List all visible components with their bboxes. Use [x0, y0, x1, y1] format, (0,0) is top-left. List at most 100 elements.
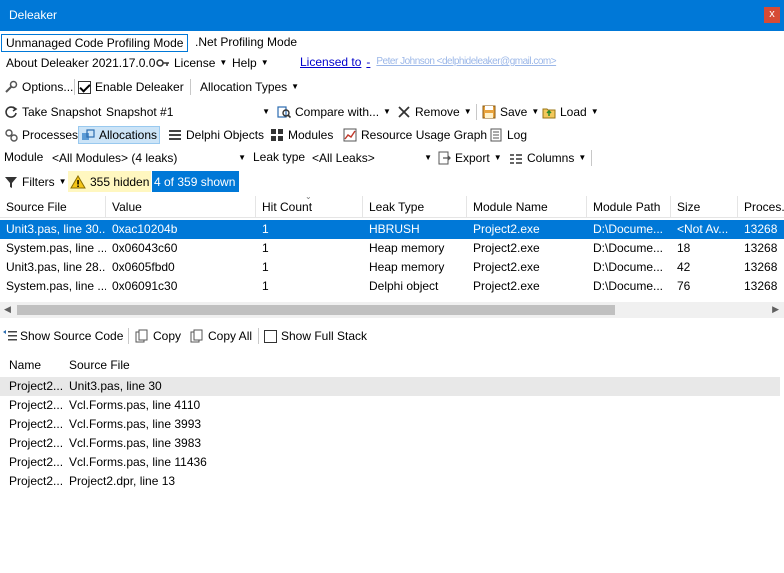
tab-net-profiling[interactable]: .Net Profiling Mode — [191, 34, 301, 52]
column-header-module-path[interactable]: Module Path — [587, 196, 671, 218]
stack-cell-source-file: Vcl.Forms.pas, line 4110 — [69, 398, 201, 412]
chevron-down-icon: ▼ — [590, 107, 599, 116]
export-label: Export — [455, 151, 490, 165]
save-button[interactable]: Save ▼ — [482, 104, 539, 120]
licensee-link[interactable]: Peter Johnson <delphideleaker@gmail.com> — [376, 54, 556, 70]
column-header-value[interactable]: Value — [106, 196, 256, 218]
table-row[interactable]: Unit3.pas, line 30... 0xac10204b 1 HBRUS… — [0, 220, 784, 239]
toolbar-separator — [476, 104, 477, 120]
module-select[interactable]: <All Modules> (4 leaks) ▼ — [52, 149, 246, 167]
take-snapshot-button[interactable]: Take Snapshot — [4, 104, 101, 120]
help-label: Help — [232, 56, 257, 70]
remove-button[interactable]: Remove ▼ — [397, 104, 472, 120]
cell-value: 0x06043c60 — [112, 241, 178, 255]
show-source-code-label: Show Source Code — [20, 329, 124, 343]
licensed-to-link[interactable]: Licensed to — [300, 54, 361, 70]
allocations-icon — [81, 128, 95, 142]
about-label: About Deleaker 2021.17.0.0 — [6, 56, 156, 70]
horizontal-scrollbar[interactable]: ◀ ▶ — [0, 302, 784, 318]
stack-row[interactable]: Project2... Unit3.pas, line 30 — [0, 377, 780, 396]
chevron-down-icon: ▼ — [578, 153, 587, 162]
tab-log[interactable]: Log — [489, 127, 527, 143]
close-icon — [397, 105, 411, 119]
stack-row[interactable]: Project2... Vcl.Forms.pas, line 3993 — [0, 415, 784, 434]
stack-row[interactable]: Project2... Vcl.Forms.pas, line 4110 — [0, 396, 784, 415]
help-menu[interactable]: Help ▼ — [232, 55, 269, 71]
enable-deleaker-label: Enable Deleaker — [95, 80, 184, 94]
load-button[interactable]: Load ▼ — [542, 104, 599, 120]
stack-row[interactable]: Project2... Vcl.Forms.pas, line 11436 — [0, 453, 784, 472]
stack-row[interactable]: Project2... Vcl.Forms.pas, line 3983 — [0, 434, 784, 453]
copy-all-button[interactable]: Copy All — [190, 328, 252, 344]
copy-all-label: Copy All — [208, 329, 253, 343]
table-row[interactable]: System.pas, line ... 0x06091c30 1 Delphi… — [0, 277, 784, 296]
column-header-name[interactable]: Name — [9, 358, 41, 372]
copy-all-icon — [190, 329, 204, 343]
cell-leak-type: Heap memory — [369, 260, 445, 274]
table-row[interactable]: System.pas, line ... 0x06043c60 1 Heap m… — [0, 239, 784, 258]
tab-processes[interactable]: Processes — [4, 127, 78, 143]
module-label-text: Module — [4, 150, 44, 164]
columns-button[interactable]: Columns ▼ — [509, 150, 586, 166]
cell-source-file: Unit3.pas, line 28... — [6, 260, 106, 274]
enable-deleaker-checkbox[interactable]: Enable Deleaker — [78, 79, 184, 95]
tab-delphi-objects[interactable]: Delphi Objects — [168, 127, 264, 143]
scroll-right-icon[interactable]: ▶ — [772, 304, 779, 315]
chevron-down-icon: ▼ — [424, 153, 432, 162]
license-label: License — [174, 56, 216, 70]
cell-module-path: D:\Docume... — [593, 279, 664, 293]
column-header-source-file[interactable]: Source File — [0, 196, 106, 218]
compare-with-button[interactable]: Compare with... ▼ — [277, 104, 391, 120]
stack-cell-name: Project2... — [9, 417, 64, 431]
cell-size: 42 — [677, 260, 691, 274]
table-row[interactable]: Unit3.pas, line 28... 0x0605fbd0 1 Heap … — [0, 258, 784, 277]
tab-modules[interactable]: Modules — [270, 127, 333, 143]
column-header-process[interactable]: Proces... — [738, 196, 784, 218]
checkbox-checked-icon — [78, 80, 91, 94]
column-header-module-name[interactable]: Module Name — [467, 196, 587, 218]
close-button[interactable]: x — [764, 7, 780, 23]
chevron-down-icon: ▼ — [260, 58, 269, 67]
stack-cell-source-file: Vcl.Forms.pas, line 3983 — [69, 436, 202, 450]
chevron-down-icon: ▼ — [531, 107, 540, 116]
leak-type-select[interactable]: <All Leaks> ▼ — [312, 149, 432, 167]
cell-leak-type: Heap memory — [369, 241, 445, 255]
module-label: Module — [4, 149, 43, 165]
cell-leak-type: Delphi object — [369, 279, 439, 293]
wrench-icon — [4, 80, 18, 94]
tab-allocations[interactable]: Allocations — [78, 126, 161, 144]
filter-icon — [4, 175, 18, 189]
tab-unmanaged-profiling[interactable]: Unmanaged Code Profiling Mode — [1, 34, 189, 52]
show-full-stack-label: Show Full Stack — [281, 329, 368, 343]
show-source-code-button[interactable]: Show Source Code — [2, 328, 123, 344]
tab-log-label: Log — [507, 128, 528, 142]
filters-button[interactable]: Filters ▼ — [4, 174, 67, 190]
cell-hit-count: 1 — [262, 279, 269, 293]
cell-source-file: System.pas, line ... — [6, 279, 106, 293]
scroll-left-icon[interactable]: ◀ — [4, 304, 11, 315]
cell-module-name: Project2.exe — [473, 222, 540, 236]
copy-button[interactable]: Copy — [135, 328, 181, 344]
scrollbar-thumb[interactable] — [17, 305, 615, 315]
license-menu[interactable]: License ▼ — [156, 55, 227, 71]
tab-processes-label: Processes — [22, 128, 79, 142]
column-header-size[interactable]: Size — [671, 196, 738, 218]
toolbar-separator — [258, 328, 259, 344]
column-header-stack-source-file[interactable]: Source File — [69, 358, 130, 372]
licensed-to[interactable]: Licensed to - Peter Johnson <delphidelea… — [300, 54, 557, 70]
sort-indicator-icon: ⌄ — [305, 192, 312, 201]
tab-resource-usage-graph[interactable]: Resource Usage Graph — [343, 127, 487, 143]
about-menu[interactable]: About Deleaker 2021.17.0.0 — [6, 55, 155, 71]
filters-label: Filters — [22, 175, 55, 189]
snapshot-select[interactable]: Snapshot #1 ▼ — [106, 103, 270, 121]
copy-label: Copy — [153, 329, 182, 343]
export-button[interactable]: Export ▼ — [437, 150, 502, 166]
show-full-stack-checkbox[interactable]: Show Full Stack — [264, 328, 367, 344]
cell-module-path: D:\Docume... — [593, 241, 664, 255]
hidden-count-badge[interactable]: 355 hidden — [68, 171, 152, 192]
column-header-leak-type[interactable]: Leak Type — [363, 196, 467, 218]
chevron-down-icon: ▼ — [493, 153, 502, 162]
allocation-types-menu[interactable]: Allocation Types ▼ — [200, 79, 299, 95]
options-button[interactable]: Options... — [4, 79, 73, 95]
stack-row[interactable]: Project2... Project2.dpr, line 13 — [0, 472, 784, 491]
